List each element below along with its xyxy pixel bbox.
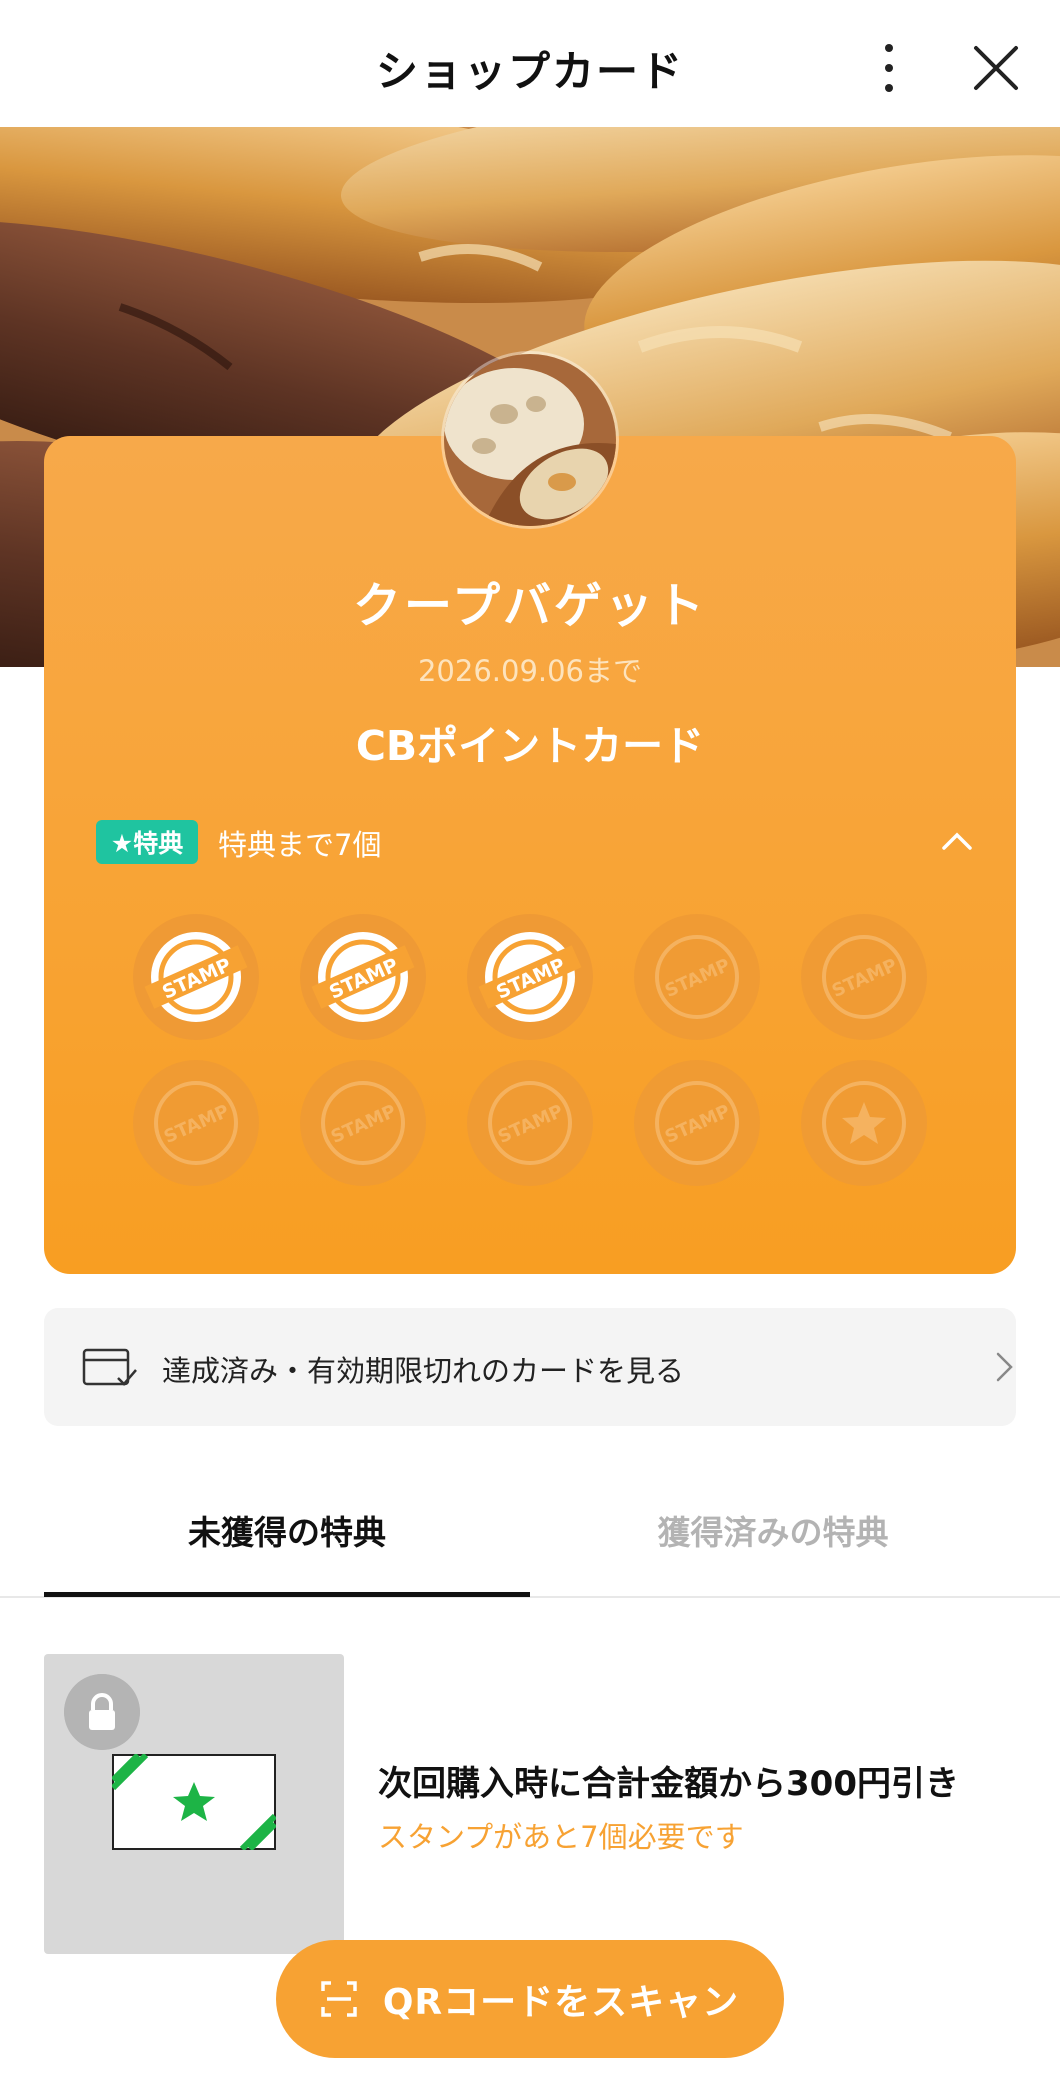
lock-icon [64, 1674, 140, 1750]
qr-scan-icon [321, 1981, 357, 2017]
scan-qr-button[interactable]: QRコードをスキャン [276, 1940, 784, 2058]
stamp-slot-empty: STAMP [467, 1060, 593, 1186]
stamp-slot-empty: STAMP [634, 914, 760, 1040]
reward-badge: ★特典 [96, 820, 198, 864]
stamps-until-reward: 特典まで7個 [218, 828, 382, 862]
scan-qr-label: QRコードをスキャン [382, 1982, 740, 2023]
stamp-slot-empty: STAMP [300, 1060, 426, 1186]
reward-title: 次回購入時に合計金額から300円引き [378, 1764, 959, 1804]
reward-requirement: スタンプがあと7個必要です [378, 1820, 744, 1854]
completed-cards-label: 達成済み・有効期限切れのカードを見る [162, 1354, 685, 1388]
stamp-slot-empty: STAMP [801, 914, 927, 1040]
card-name: CBポイントカード [355, 722, 705, 770]
coupon-icon [112, 1754, 276, 1850]
stamp-slot-reward-star [801, 1060, 927, 1186]
stamp-slot-collected: STAMP [467, 914, 593, 1040]
tab-claimed-rewards[interactable]: 獲得済みの特典 [530, 1506, 1016, 1554]
stamp-slot-collected: STAMP [300, 914, 426, 1040]
completed-cards-link[interactable]: 達成済み・有効期限切れのカードを見る [44, 1308, 1016, 1426]
tab-unclaimed-rewards[interactable]: 未獲得の特典 [44, 1506, 530, 1554]
reward-thumbnail[interactable] [44, 1654, 344, 1954]
shop-avatar [444, 354, 616, 526]
collapse-chevron-icon[interactable] [940, 826, 974, 856]
shop-name: クープバゲット [352, 578, 708, 634]
close-icon[interactable] [968, 40, 1024, 96]
top-bar: ショップカード [0, 0, 1060, 127]
more-options-icon[interactable] [864, 40, 914, 96]
card-check-icon [82, 1348, 137, 1386]
chevron-right-icon [996, 1352, 1013, 1382]
card-expiry: 2026.09.06まで [417, 654, 643, 688]
stamp-slot-collected: STAMP [133, 914, 259, 1040]
stamp-slot-empty: STAMP [634, 1060, 760, 1186]
stamp-slot-empty: STAMP [133, 1060, 259, 1186]
active-tab-indicator [44, 1592, 530, 1597]
